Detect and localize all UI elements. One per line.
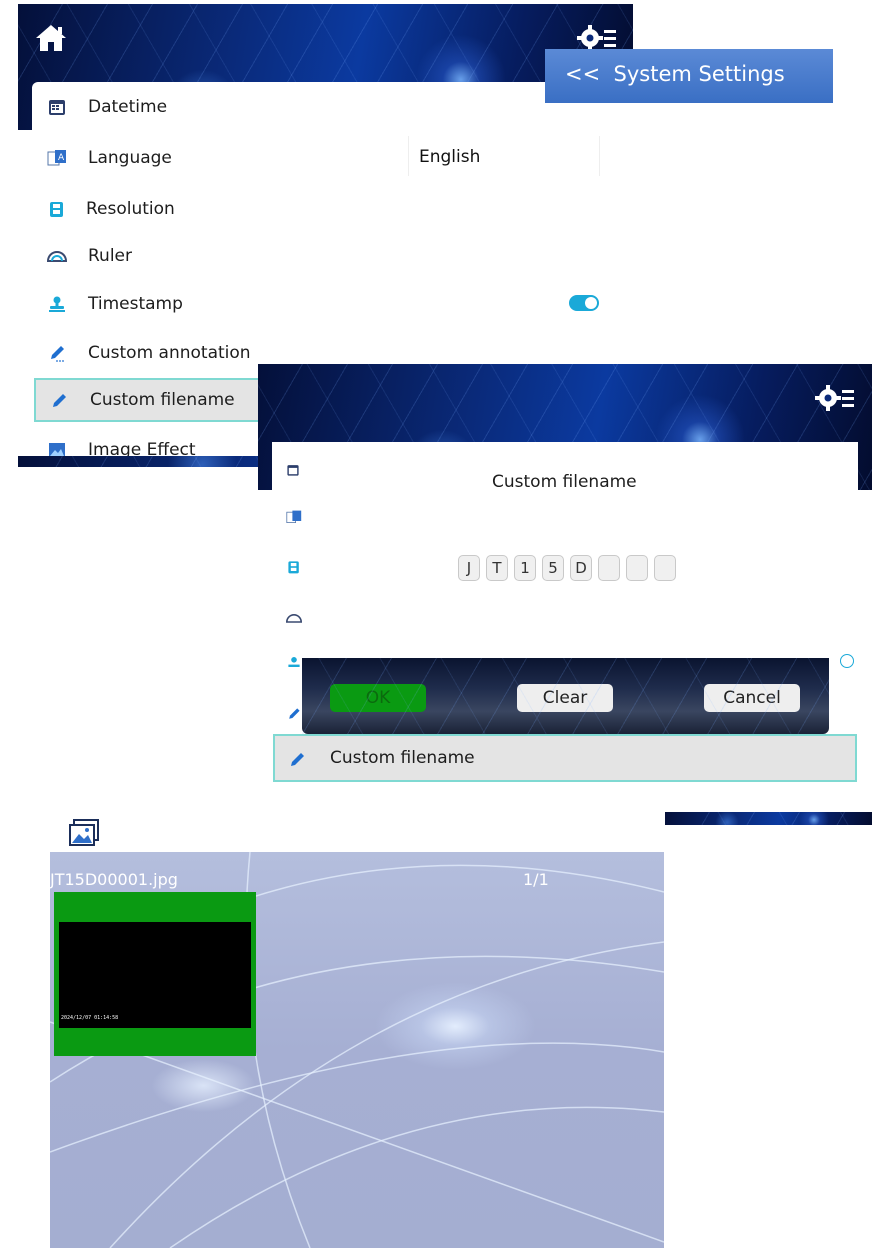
filename-char-box[interactable]: 1 [514, 555, 536, 581]
thumbnail-timestamp: 2024/12/07 01:14:58 [61, 1015, 119, 1021]
protractor-icon [46, 245, 68, 267]
menu-item-timestamp[interactable]: Timestamp [32, 282, 633, 326]
menu-item-label: Datetime [88, 97, 168, 117]
pencil-icon [286, 706, 302, 726]
stamp-icon [286, 655, 302, 675]
stamp-icon [46, 293, 68, 315]
bottom-banner [665, 812, 872, 825]
settings-menu-icon[interactable] [814, 382, 856, 414]
menu-item-label: Custom annotation [88, 343, 251, 363]
dialog-button-bar: OK Clear Cancel [302, 658, 829, 734]
breadcrumb-label: << System Settings [565, 62, 785, 86]
menu-item-ruler[interactable]: Ruler [32, 234, 633, 278]
breadcrumb-system-settings[interactable]: << System Settings [545, 49, 833, 103]
language-value-field[interactable]: English [408, 136, 600, 176]
svg-text:A: A [58, 153, 65, 163]
cancel-button[interactable]: Cancel [704, 684, 800, 712]
menu-item-label: Ruler [88, 246, 132, 266]
menu-item-label: Custom filename [330, 748, 475, 768]
gallery-icon[interactable] [68, 818, 100, 848]
pencil-icon [287, 749, 307, 773]
language-icon: A [46, 147, 68, 169]
filename-char-box[interactable]: 5 [542, 555, 564, 581]
timestamp-toggle[interactable] [569, 295, 599, 311]
ok-button[interactable]: OK [330, 684, 426, 712]
image-thumbnail[interactable]: 2024/12/07 01:14:58 [54, 892, 256, 1056]
filename-char-box[interactable]: D [570, 555, 592, 581]
filename-char-box[interactable] [598, 555, 620, 581]
dialog-title: Custom filename [492, 472, 637, 492]
protractor-icon [285, 610, 303, 630]
menu-item-language[interactable]: A Language English [32, 136, 633, 180]
language-value: English [419, 147, 481, 167]
menu-item-resolution[interactable]: Resolution [32, 187, 633, 231]
menu-item-label: Resolution [86, 199, 175, 219]
calendar-icon [286, 462, 300, 481]
language-icon [286, 509, 302, 529]
filename-char-box[interactable]: J [458, 555, 480, 581]
clear-button[interactable]: Clear [517, 684, 613, 712]
pencil-icon [48, 389, 70, 411]
custom-filename-panel: Custom filename JT15D OK Clear Cancel Cu… [258, 364, 872, 825]
calendar-icon [46, 96, 68, 118]
film-icon [286, 559, 302, 579]
filename-char-box[interactable] [654, 555, 676, 581]
thumbnail-image: 2024/12/07 01:14:58 [59, 922, 251, 1028]
film-icon [46, 198, 68, 220]
menu-item-label: Language [88, 148, 172, 168]
filename-char-box[interactable]: T [486, 555, 508, 581]
menu-item-label: Timestamp [88, 294, 183, 314]
menu-item-datetime[interactable]: Datetime [32, 85, 633, 129]
filename-char-input[interactable]: JT15D [458, 555, 682, 581]
menu-item-custom-filename[interactable]: Custom filename [273, 734, 857, 782]
home-icon[interactable] [34, 22, 68, 54]
image-filename: JT15D00001.jpg [50, 870, 178, 889]
custom-filename-dialog: Custom filename JT15D OK Clear Cancel [302, 464, 829, 734]
pencil-icon [46, 342, 68, 364]
image-viewer: JT15D00001.jpg 1/1 2024/12/07 01:14:58 [50, 852, 664, 1248]
filename-char-box[interactable] [626, 555, 648, 581]
toggle-edge [840, 654, 854, 668]
menu-item-label: Custom filename [90, 390, 235, 410]
page-indicator: 1/1 [523, 870, 549, 889]
